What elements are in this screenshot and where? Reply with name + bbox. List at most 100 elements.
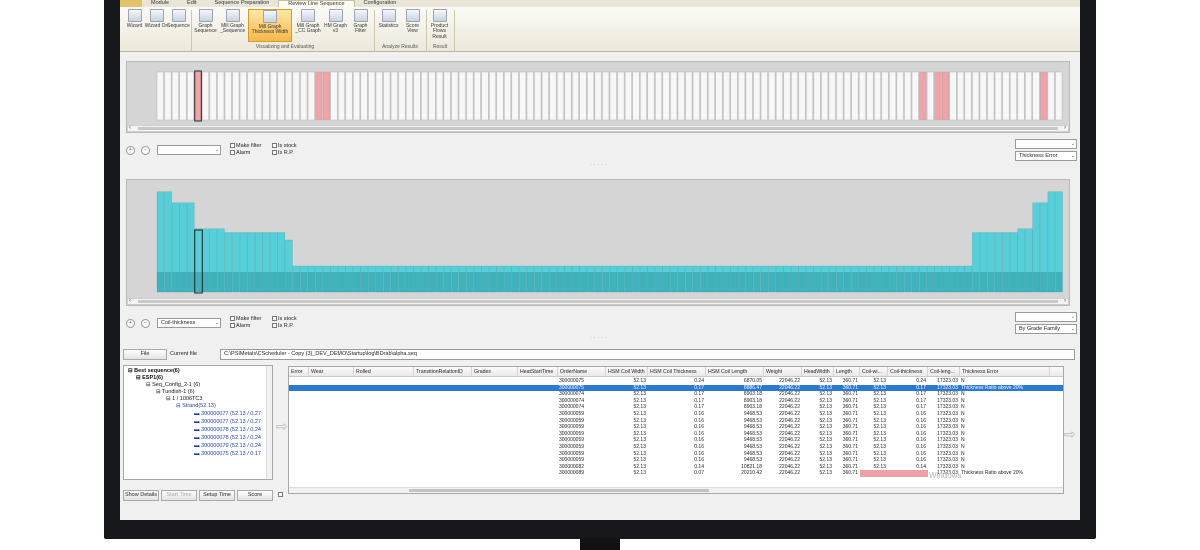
top-chart-bar[interactable] [738, 71, 746, 121]
tab-edit[interactable]: Edit [178, 0, 205, 7]
top-chart-bar[interactable] [292, 71, 300, 121]
top-chart-bar[interactable] [187, 71, 194, 121]
top-chart-bar[interactable] [436, 71, 444, 121]
top-chart-bar[interactable] [640, 71, 647, 121]
top-chart-bar[interactable] [685, 71, 693, 121]
bottom-right-combo-upper[interactable]: ⌄ [1015, 312, 1077, 322]
top-chart-bar[interactable] [224, 71, 232, 121]
top-chart-bar[interactable] [330, 71, 338, 121]
top-chart-bar[interactable] [624, 71, 632, 121]
file-button[interactable]: File [123, 349, 167, 360]
top-chart-bar[interactable] [164, 71, 172, 121]
scroll-right-icon[interactable]: › [1064, 298, 1066, 304]
top-chart-bar[interactable] [602, 71, 610, 121]
top-chart-bar[interactable] [768, 71, 776, 121]
grid-header-cell[interactable]: HSM Coil Thickness [648, 367, 706, 377]
top-chart-bar[interactable] [473, 71, 481, 121]
top-chart-bar[interactable] [239, 71, 247, 121]
top-chart-bar[interactable] [360, 71, 368, 121]
top-chart-bar[interactable] [254, 71, 262, 121]
top-chart-bar[interactable] [564, 71, 572, 121]
top-chart-bar[interactable] [277, 71, 285, 121]
top-chart-bar[interactable] [662, 71, 670, 121]
setup-time-button[interactable]: Setup Time [199, 490, 235, 501]
top-chart-bar[interactable] [194, 71, 202, 121]
grid-header-cell[interactable]: Coil-leng... [928, 367, 960, 377]
tree-node-strand[interactable]: ⊟ Strand(52.13) [176, 403, 216, 409]
table-row[interactable]: 300000074 52.13 0.17 8903.18 22046.22 52.13 36… [289, 391, 1063, 398]
top-chart-bar[interactable] [556, 71, 564, 121]
top-chart-bar[interactable] [353, 71, 361, 121]
top-chart-bar[interactable] [504, 71, 512, 121]
zoom-in-icon[interactable]: + [126, 319, 135, 328]
top-chart-bar[interactable] [934, 71, 942, 121]
graph-sequence-button[interactable]: Graph Sequence [193, 9, 218, 42]
top-chart-bar[interactable] [1002, 71, 1010, 121]
grid-header-cell[interactable]: Rolled [354, 367, 414, 377]
score-view-button[interactable]: Score View [400, 9, 425, 42]
is-rp-checkbox[interactable]: Is R.P. [272, 323, 294, 329]
tab-app-menu[interactable] [120, 0, 142, 7]
zoom-out-icon[interactable]: − [141, 319, 150, 328]
top-chart-bar[interactable] [919, 71, 927, 121]
is-stock-checkbox[interactable]: Is stock [272, 316, 297, 322]
splitter-grip[interactable]: · · · · · [590, 162, 607, 168]
tree-scrollbar[interactable] [266, 366, 272, 479]
top-chart-bar[interactable] [1055, 71, 1063, 121]
top-chart-bar[interactable] [307, 71, 315, 121]
top-chart-bar[interactable] [534, 71, 542, 121]
hm-graph-v3-button[interactable]: HM Graph v3 [323, 9, 348, 42]
top-chart-bar[interactable] [285, 71, 293, 121]
score-button[interactable]: Score [237, 490, 273, 501]
top-chart-bar[interactable] [345, 71, 353, 121]
tree-node-coil[interactable]: ▬ 300000078 (52.13 / 0.24 [194, 427, 261, 433]
top-chart-bar[interactable] [987, 71, 995, 121]
scroll-left-icon[interactable]: ‹ [129, 125, 131, 131]
is-stock-checkbox[interactable]: Is stock [272, 143, 297, 149]
top-chart-bar[interactable] [896, 71, 904, 121]
top-chart-bar[interactable] [587, 71, 595, 121]
top-chart-bar[interactable] [775, 71, 783, 121]
statistics-button[interactable]: Statistics [376, 9, 401, 42]
top-chart-bar[interactable] [1047, 71, 1055, 121]
top-chart-bar[interactable] [707, 71, 715, 121]
top-chart-bar[interactable] [1009, 71, 1017, 121]
top-chart-bar[interactable] [972, 71, 980, 121]
grid-header-cell[interactable]: Coil-wi... [860, 367, 888, 377]
make-filter-checkbox[interactable]: Make filter [230, 316, 261, 322]
select-checkbox[interactable] [278, 492, 284, 498]
grid-header-cell[interactable]: Error [289, 367, 309, 377]
top-chart-bar[interactable] [964, 71, 972, 121]
tab-sequence-preparation[interactable]: Sequence Preparation [206, 0, 279, 7]
top-chart-bar[interactable] [572, 71, 580, 121]
top-chart-bar[interactable] [843, 71, 851, 121]
bottom-right-combo[interactable]: By Grade Family ⌄ [1015, 324, 1077, 334]
tree-node-best-sequence[interactable]: ⊟ Best sequence(6) [128, 368, 180, 374]
tab-module[interactable]: Module [142, 0, 178, 7]
top-chart-bar[interactable] [481, 71, 489, 121]
top-chart-bar[interactable] [957, 71, 965, 121]
top-chart-bar[interactable] [171, 71, 179, 121]
top-chart-bar[interactable] [209, 71, 217, 121]
grid-header-cell[interactable]: Thickness Error [960, 367, 1050, 377]
top-chart-bar[interactable] [541, 71, 549, 121]
grid-header-cell[interactable]: HeadWidth [802, 367, 834, 377]
top-chart-bar[interactable] [760, 71, 768, 121]
top-left-combo[interactable]: ⌄ [157, 145, 221, 155]
scrollbar-thumb[interactable] [138, 127, 1058, 130]
grid-header-cell[interactable]: OrderName [558, 367, 606, 377]
mill-graph-thickness-width-button[interactable]: Mill Graph Thickness Width [248, 9, 292, 42]
top-chart-bar[interactable] [692, 71, 700, 121]
top-chart-bar[interactable] [375, 71, 383, 121]
alarm-checkbox[interactable]: Alarm [230, 323, 250, 329]
table-row[interactable]: 300000059 52.13 0.16 9468.53 22046.22 52.13 36… [289, 411, 1063, 418]
top-chart-bar[interactable] [270, 71, 278, 121]
top-chart-bar[interactable] [337, 71, 345, 121]
top-chart-bar[interactable] [715, 71, 723, 121]
top-chart-bar[interactable] [443, 71, 451, 121]
top-chart-bar[interactable] [1032, 71, 1040, 121]
top-chart-bar[interactable] [783, 71, 791, 121]
top-chart-bar[interactable] [368, 71, 376, 121]
top-chart-bar[interactable] [1017, 71, 1025, 121]
top-right-combo-upper[interactable]: ⌄ [1015, 139, 1077, 149]
